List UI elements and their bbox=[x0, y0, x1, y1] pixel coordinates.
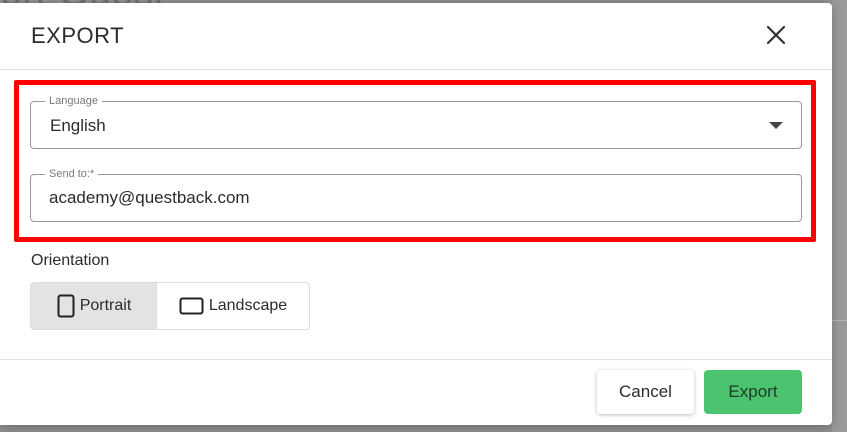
dialog-header: EXPORT bbox=[0, 3, 832, 70]
footer-divider bbox=[0, 359, 832, 360]
portrait-label: Portrait bbox=[79, 297, 132, 314]
chevron-down-icon[interactable] bbox=[769, 122, 783, 129]
landscape-label: Landscape bbox=[208, 297, 288, 314]
send-to-field[interactable]: Send to:* bbox=[30, 167, 802, 222]
language-value: English bbox=[50, 116, 106, 135]
language-label: Language bbox=[45, 94, 102, 108]
language-select[interactable]: Language English bbox=[30, 94, 802, 149]
landscape-option[interactable]: Landscape bbox=[157, 283, 309, 329]
export-dialog: EXPORT Language English Send to:* Orient… bbox=[0, 3, 832, 425]
orientation-label: Orientation bbox=[31, 252, 110, 269]
send-to-input[interactable] bbox=[49, 188, 779, 208]
send-to-label: Send to:* bbox=[45, 167, 99, 181]
background-divider bbox=[832, 320, 847, 321]
background-panel bbox=[832, 0, 847, 432]
portrait-option[interactable]: Portrait bbox=[31, 283, 157, 329]
orientation-toggle-group: Portrait Landscape bbox=[30, 282, 310, 330]
close-icon bbox=[766, 25, 786, 45]
export-button[interactable]: Export bbox=[704, 370, 802, 414]
portrait-icon bbox=[57, 294, 75, 318]
cancel-button[interactable]: Cancel bbox=[597, 370, 694, 414]
landscape-icon bbox=[179, 297, 204, 315]
dialog-title: EXPORT bbox=[31, 23, 125, 48]
close-button[interactable] bbox=[760, 19, 792, 51]
